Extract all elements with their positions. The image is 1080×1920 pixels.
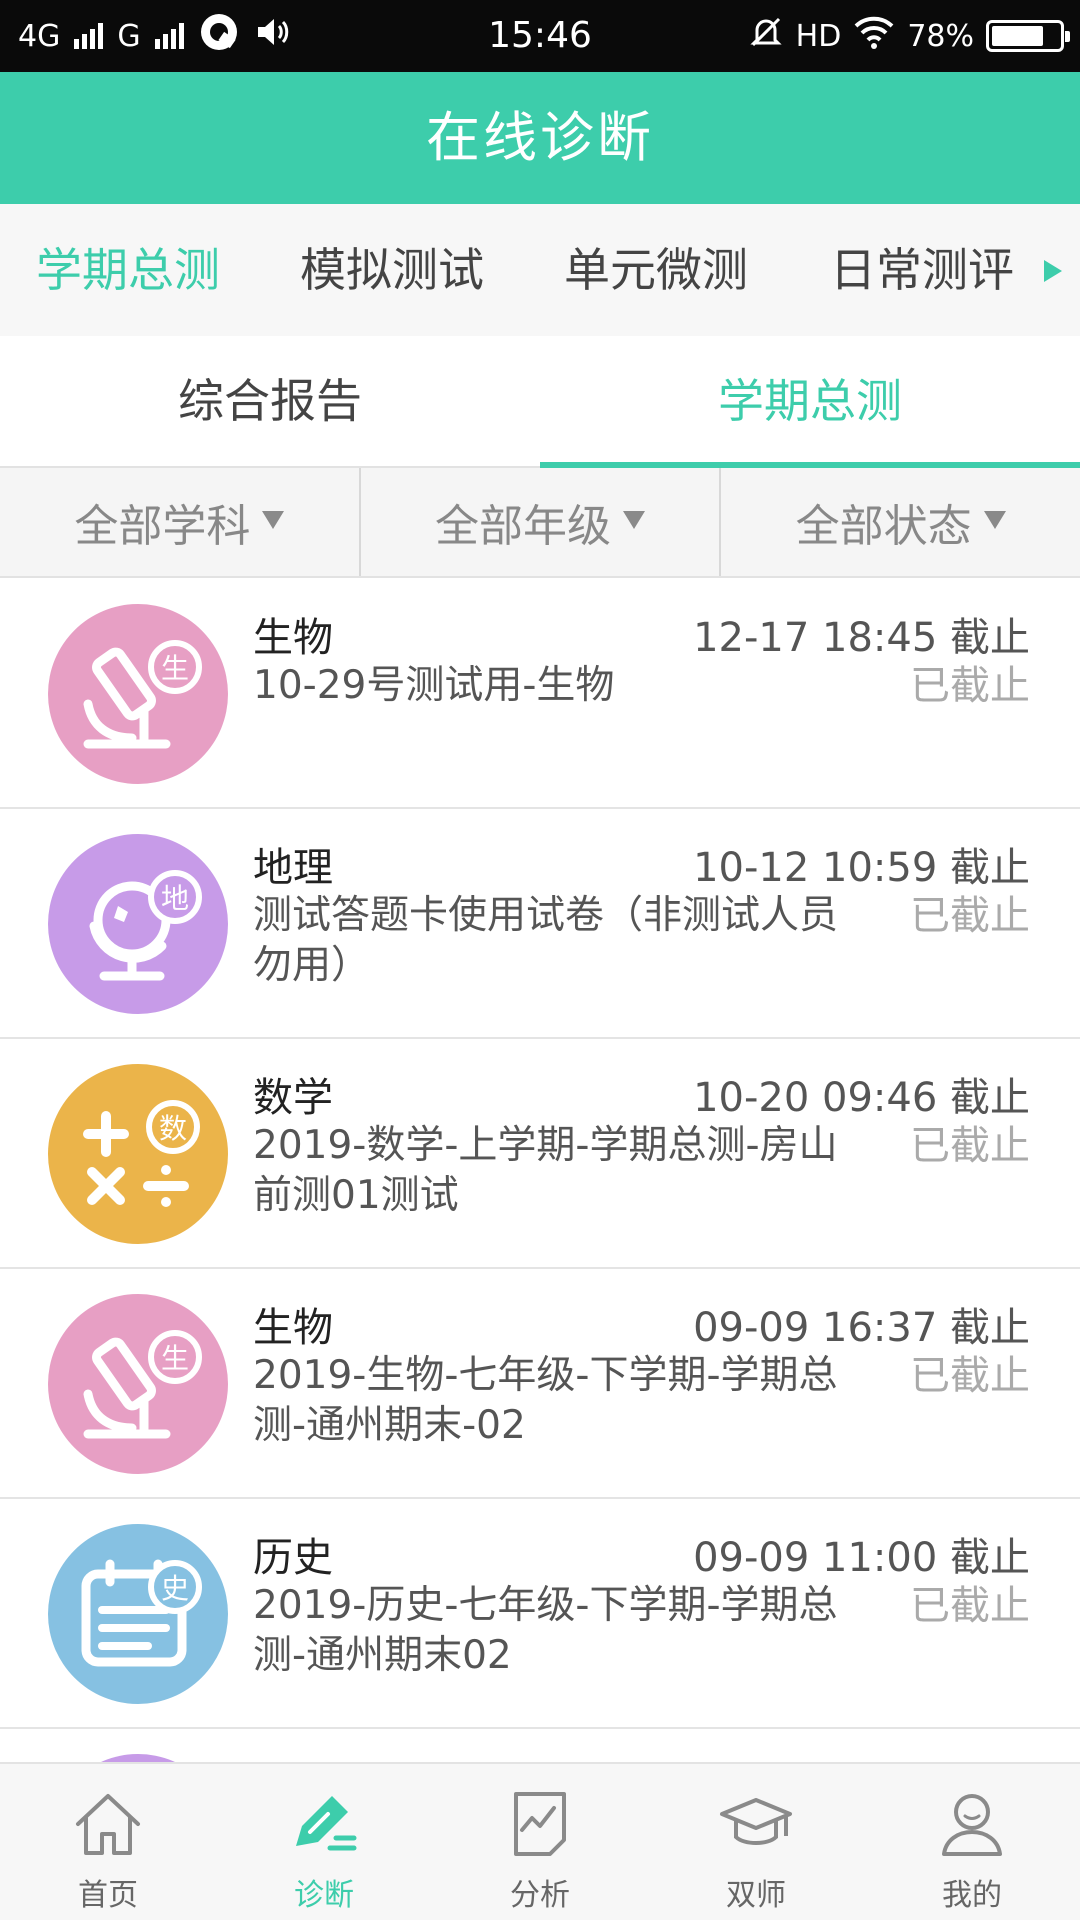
subject-filter[interactable]: 全部学科	[0, 468, 359, 576]
exam-title: 2019-生物-七年级-下学期-学期总测-通州期末-02	[253, 1353, 838, 1448]
avatar-badge: 生	[161, 1342, 189, 1375]
status-bar: 4G G 15:46 HD 78%	[0, 0, 1080, 72]
nav-dual-teacher[interactable]: 双师	[648, 1764, 864, 1920]
microscope-icon: 生	[48, 1294, 228, 1474]
nav-analysis[interactable]: 分析	[432, 1764, 648, 1920]
exam-subject: 生物	[253, 1305, 333, 1351]
exam-subject: 数学	[253, 1075, 333, 1121]
wifi-icon	[853, 14, 895, 58]
status-filter-label: 全部状态	[795, 501, 972, 552]
avatar-badge: 史	[161, 1572, 189, 1605]
nav-profile[interactable]: 我的	[864, 1764, 1080, 1920]
scroll-right-arrow-icon[interactable]	[1044, 260, 1062, 282]
tab-overall-report[interactable]: 综合报告	[0, 336, 540, 466]
dropdown-caret-icon	[623, 511, 645, 529]
exam-deadline: 10-12 10:59 截止	[693, 845, 1030, 891]
category-tabs: 学期总测 模拟测试 单元微测 日常测评	[0, 204, 1080, 336]
nav-profile-label: 我的	[942, 1878, 1002, 1913]
bottom-nav: 首页 诊断 分析 双师 我的	[0, 1762, 1080, 1920]
exam-title: 10-29号测试用-生物	[253, 663, 615, 708]
grade-filter[interactable]: 全部年级	[358, 468, 720, 576]
exam-deadline: 12-17 18:45 截止	[693, 615, 1030, 661]
exam-list-item[interactable]: 数 数学 10-20 09:46 截止 2019-数学-上学期-学期总测-房山前…	[0, 1039, 1080, 1269]
nav-home[interactable]: 首页	[0, 1764, 216, 1920]
exam-list-item[interactable]: 生 生物 09-09 16:37 截止 2019-生物-七年级-下学期-学期总测…	[0, 1269, 1080, 1499]
nav-analysis-label: 分析	[510, 1878, 570, 1913]
avatar-badge: 生	[161, 652, 189, 685]
exam-list-item[interactable]: 地 地理 10-12 10:59 截止 测试答题卡使用试卷（非测试人员勿用） 已…	[0, 809, 1080, 1039]
mute-icon	[748, 14, 784, 58]
subject-filter-label: 全部学科	[74, 501, 251, 552]
dropdown-caret-icon	[983, 511, 1006, 529]
globe-icon: 地	[48, 834, 228, 1014]
exam-list-item[interactable]: 史 历史 09-09 11:00 截止 2019-历史-七年级-下学期-学期总测…	[0, 1499, 1080, 1729]
sub-tabs: 综合报告 学期总测	[0, 336, 1080, 468]
user-icon	[934, 1786, 1010, 1862]
tab-unit-quiz[interactable]: 单元微测	[564, 204, 748, 336]
home-icon	[70, 1786, 146, 1862]
analysis-icon	[502, 1786, 578, 1862]
exam-title: 测试答题卡使用试卷（非测试人员勿用）	[253, 893, 839, 988]
battery-icon	[986, 20, 1070, 52]
exam-deadline: 09-09 11:00 截止	[693, 1535, 1030, 1581]
battery-level: 78%	[907, 18, 974, 54]
exam-list-item[interactable]: 生 生物 12-17 18:45 截止 10-29号测试用-生物 已截止	[0, 579, 1080, 809]
graduation-cap-icon	[718, 1786, 794, 1862]
nav-dual-teacher-label: 双师	[726, 1878, 786, 1913]
tab-mock-test[interactable]: 模拟测试	[300, 204, 484, 336]
nav-diagnose-label: 诊断	[294, 1878, 354, 1913]
avatar-badge: 数	[159, 1112, 187, 1145]
exam-status: 已截止	[910, 663, 1030, 709]
app-header: 在线诊断	[0, 72, 1080, 204]
math-icon: 数	[48, 1064, 228, 1244]
avatar-badge: 地	[161, 882, 189, 915]
exam-subject: 生物	[253, 615, 333, 661]
calendar-icon: 史	[48, 1524, 228, 1704]
exam-deadline: 09-09 16:37 截止	[693, 1305, 1030, 1351]
exam-status: 已截止	[910, 893, 1030, 939]
status-filter[interactable]: 全部状态	[719, 468, 1080, 576]
filter-bar: 全部学科 全部年级 全部状态	[0, 468, 1080, 578]
diagnose-icon	[286, 1786, 362, 1862]
tab-semester-test-sub[interactable]: 学期总测	[540, 336, 1080, 468]
page-title: 在线诊断	[426, 106, 654, 169]
exam-status: 已截止	[910, 1583, 1030, 1629]
exam-subject: 历史	[253, 1535, 333, 1581]
exam-status: 已截止	[910, 1123, 1030, 1169]
microscope-icon: 生	[48, 604, 228, 784]
exam-title: 2019-历史-七年级-下学期-学期总测-通州期末02	[253, 1583, 838, 1678]
nav-diagnose[interactable]: 诊断	[216, 1764, 432, 1920]
grade-filter-label: 全部年级	[435, 501, 611, 552]
exam-subject: 地理	[253, 845, 333, 891]
tab-semester-test[interactable]: 学期总测	[36, 204, 220, 336]
hd-label: HD	[795, 18, 842, 54]
exam-list: 生 生物 12-17 18:45 截止 10-29号测试用-生物 已截止 地 地	[0, 579, 1080, 1789]
exam-deadline: 10-20 09:46 截止	[693, 1075, 1030, 1121]
exam-title: 2019-数学-上学期-学期总测-房山前测01测试	[253, 1123, 838, 1218]
nav-home-label: 首页	[78, 1878, 138, 1913]
dropdown-caret-icon	[262, 511, 285, 529]
tab-daily-assessment[interactable]: 日常测评	[830, 204, 1014, 336]
exam-status: 已截止	[910, 1353, 1030, 1399]
